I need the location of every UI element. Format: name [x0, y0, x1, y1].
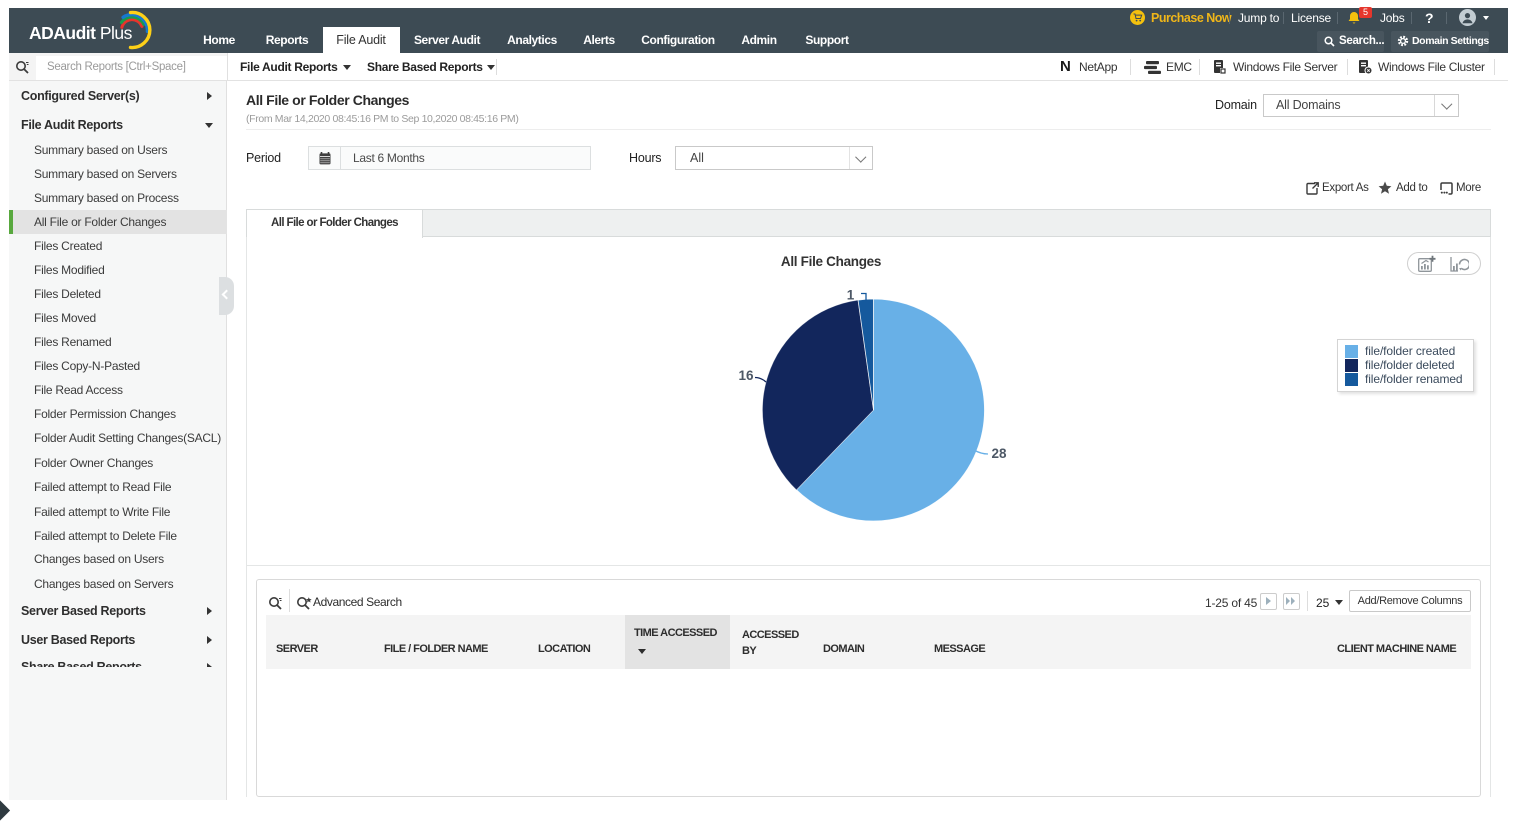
svg-text:16: 16 — [738, 368, 754, 383]
svg-text:28: 28 — [991, 446, 1007, 461]
svg-text:1: 1 — [847, 288, 855, 303]
